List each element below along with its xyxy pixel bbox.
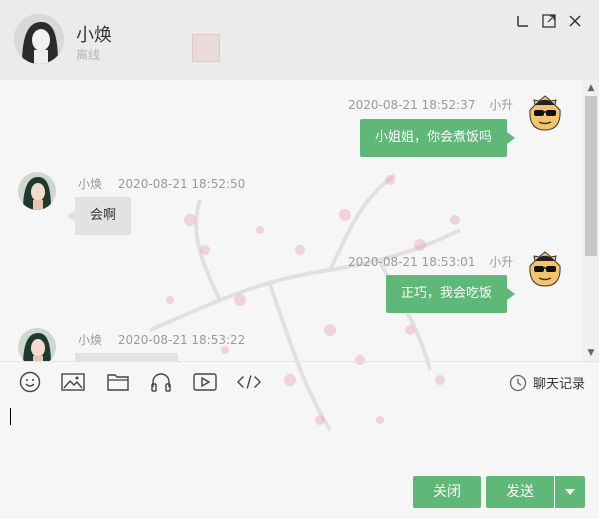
chat-header: 小焕 离线	[0, 0, 599, 80]
sunglasses-avatar-icon	[529, 95, 561, 131]
message-bubble: 正巧，我会吃饭	[385, 275, 516, 313]
contact-avatar-image	[18, 328, 56, 361]
scroll-down-icon[interactable]: ▼	[586, 348, 596, 358]
contact-avatar-image	[14, 14, 64, 64]
message-list[interactable]: 2020-08-21 18:52:37 小升 小姐姐，你会煮饭吗 小焕 2020…	[0, 80, 583, 361]
input-toolbar: 聊天记录	[0, 361, 599, 401]
message-meta: 小焕 2020-08-21 18:52:50	[78, 175, 245, 192]
emoji-button[interactable]	[18, 370, 42, 394]
chat-window: 小焕 离线 2020-08-21 18:52:37 小升 小姐姐，你会煮饭吗 小…	[0, 0, 599, 519]
folder-icon	[107, 374, 129, 391]
text-caret	[10, 408, 11, 425]
code-button[interactable]	[237, 370, 261, 394]
send-button[interactable]: 发送	[486, 476, 554, 508]
close-button[interactable]: 关闭	[413, 476, 481, 508]
message-time: 2020-08-21 18:52:50	[117, 177, 246, 191]
audio-button[interactable]	[149, 370, 173, 394]
maximize-button[interactable]	[540, 12, 558, 30]
code-icon	[237, 375, 261, 389]
message-time: 2020-08-21 18:53:22	[117, 333, 246, 347]
contact-message-avatar[interactable]	[18, 172, 56, 210]
chevron-down-icon	[565, 489, 575, 495]
message-time: 2020-08-21 18:52:37	[348, 98, 476, 112]
message-sender: 小升	[489, 98, 514, 112]
video-button[interactable]	[193, 370, 217, 394]
chat-history-button[interactable]: 聊天记录	[509, 373, 585, 392]
emoji-icon	[19, 371, 41, 393]
headphones-icon	[151, 373, 171, 392]
contact-message-avatar[interactable]	[18, 328, 56, 361]
video-icon	[193, 373, 217, 391]
message-meta: 2020-08-21 18:53:01 小升	[348, 253, 513, 270]
sunglasses-avatar-icon	[529, 251, 561, 287]
message-sender: 小升	[489, 255, 514, 269]
clock-icon	[509, 374, 527, 391]
message-input[interactable]	[0, 401, 599, 469]
minimize-icon	[517, 16, 528, 27]
message-bubble: 小姐姐，你会煮饭吗	[359, 119, 516, 157]
send-options-dropdown[interactable]	[555, 476, 585, 508]
minimize-button[interactable]	[514, 12, 532, 30]
image-icon	[61, 373, 85, 391]
message-bubble: 会啊	[66, 197, 132, 235]
image-button[interactable]	[61, 370, 85, 394]
file-button[interactable]	[106, 370, 130, 394]
scroll-up-icon[interactable]: ▲	[586, 83, 596, 93]
scroll-thumb[interactable]	[585, 96, 597, 256]
message-meta: 2020-08-21 18:52:37 小升	[348, 96, 513, 113]
maximize-icon	[542, 14, 556, 28]
message-bubble	[75, 353, 178, 361]
contact-status: 离线	[76, 48, 101, 62]
contact-avatar-image	[18, 172, 56, 210]
message-sender: 小焕	[78, 333, 103, 347]
message-time: 2020-08-21 18:53:01	[348, 255, 476, 269]
contact-avatar[interactable]	[14, 14, 64, 64]
seal-stamp	[192, 34, 220, 62]
message-meta: 小焕 2020-08-21 18:53:22	[78, 331, 245, 348]
chat-history-label: 聊天记录	[532, 377, 585, 392]
my-avatar[interactable]	[526, 94, 564, 132]
message-sender: 小焕	[78, 177, 103, 191]
message-scrollbar[interactable]: ▲ ▼	[583, 80, 599, 361]
contact-name: 小焕	[76, 25, 112, 46]
my-avatar[interactable]	[526, 250, 564, 288]
close-window-button[interactable]	[566, 12, 584, 30]
close-icon	[569, 15, 581, 27]
